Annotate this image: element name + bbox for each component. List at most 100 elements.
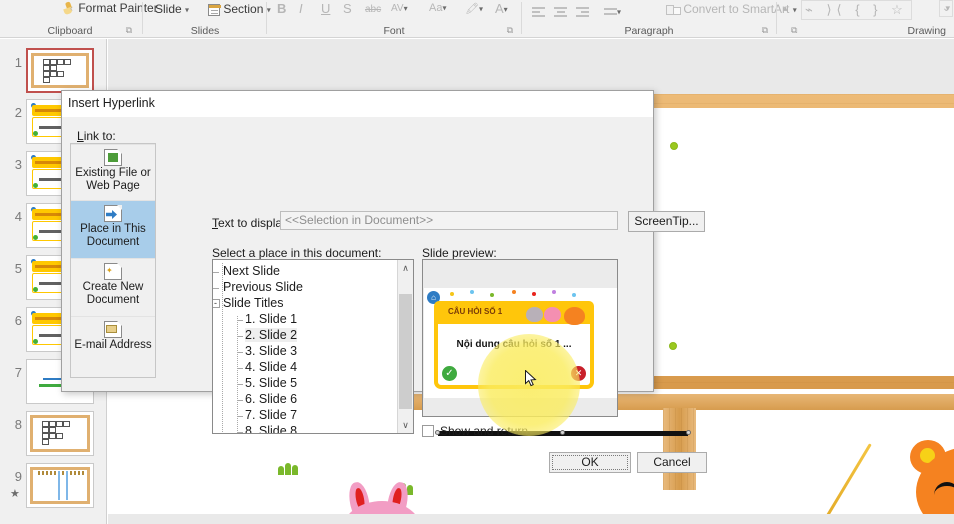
cancel-button[interactable]: Cancel (637, 452, 707, 473)
thumbnail-number: 8 (14, 417, 22, 432)
text-shadow-button[interactable]: S (343, 1, 352, 16)
link-to-create-new-line2: Document (86, 293, 140, 306)
chevron-down-icon: ▾ (617, 7, 622, 17)
tree-collapse-icon[interactable]: - (213, 299, 220, 308)
tree-item-slide-6[interactable]: 6. Slide 6 (237, 392, 298, 406)
scroll-up-button[interactable]: ∧ (398, 260, 413, 276)
new-slide-label: Slide (155, 2, 182, 16)
tree-item-label: 2. Slide 2 (245, 328, 298, 342)
shapes-gallery[interactable]: ⌁ ⟩⟨ { } ☆ (801, 0, 912, 20)
tree-item-label: 6. Slide 6 (245, 392, 298, 406)
strikethrough-button[interactable]: abc (365, 4, 381, 15)
tree-item-label: Slide Titles (223, 296, 284, 310)
thumbnail-number: 7 (14, 365, 22, 380)
underline-button[interactable]: U (321, 1, 330, 16)
shape-handle-top[interactable] (670, 142, 678, 150)
slide-preview-label: Slide preview: (422, 246, 497, 260)
dialog-title-bar[interactable]: Insert Hyperlink (62, 91, 653, 117)
character-spacing-button[interactable]: AV▾ (391, 3, 408, 14)
thumbnail-number: 3 (14, 157, 22, 172)
text-to-display-input[interactable]: <<Selection in Document>> (280, 211, 618, 230)
bold-button[interactable]: B (277, 1, 286, 16)
mouse-cursor (525, 370, 537, 387)
mini-board2-preview (28, 465, 92, 506)
format-painter-button[interactable]: Format Painter (62, 1, 157, 15)
tree-item-previous-slide[interactable]: Previous Slide (213, 280, 303, 294)
tree-item-label: 8. Slide 8 (245, 424, 298, 434)
place-in-document-tree[interactable]: Next Slide Previous Slide - Slide Titles… (212, 259, 414, 434)
cross-circle-icon: ✕ (571, 366, 586, 381)
scroll-down-button[interactable]: ∨ (398, 417, 413, 433)
link-to-create-new-document[interactable]: ✦ Create New Document (71, 258, 155, 316)
align-center-button[interactable] (554, 4, 567, 18)
change-case-button[interactable]: Aa▾ (429, 2, 446, 14)
link-to-column[interactable]: Existing File or Web Page Place in This … (70, 143, 156, 378)
thumbnail-number: 2 (14, 105, 22, 120)
tree-item-label: Previous Slide (223, 280, 303, 294)
tree-item-slide-titles[interactable]: - Slide Titles (213, 296, 284, 310)
paragraph-dialog-launcher-icon[interactable]: ⧉ (762, 25, 768, 36)
tree-item-slide-3[interactable]: 3. Slide 3 (237, 344, 298, 358)
thumbnail-image[interactable] (26, 48, 94, 93)
ribbon-group-clipboard-label: Clipboard (47, 25, 93, 37)
shadow-icon: S (343, 1, 352, 16)
tree-item-label: 1. Slide 1 (245, 312, 298, 326)
character-spacing-icon: AV (391, 3, 404, 14)
section-icon (208, 3, 221, 16)
checkbox-box[interactable] (422, 425, 434, 437)
link-to-existing-file[interactable]: Existing File or Web Page (71, 144, 155, 200)
tree-item-slide-1[interactable]: 1. Slide 1 (237, 312, 298, 326)
question-card: CÂU HỎI SỐ 1 Nội dung câu hỏi số 1 ... ✓… (434, 301, 594, 389)
align-right-button[interactable] (576, 4, 589, 18)
thumbnail-image[interactable] (26, 463, 94, 508)
justify-button[interactable]: ▾ (604, 4, 621, 18)
tree-scrollbar[interactable]: ∧ ∨ (397, 260, 413, 433)
tree-item-slide-4[interactable]: 4. Slide 4 (237, 360, 297, 374)
ribbon-group-paragraph: ▾ Convert to SmartArt ▾ Paragraph ⧉ (524, 0, 797, 38)
chevron-down-icon: ▾ (185, 5, 190, 15)
align-left-icon (532, 6, 545, 17)
shapes-scroll-up-icon[interactable]: ▴ (783, 3, 788, 14)
align-left-button[interactable] (532, 4, 545, 18)
new-slide-button[interactable]: Slide ▾ (155, 2, 189, 16)
show-and-return-label: Show and return (440, 424, 529, 438)
place-in-document-icon (104, 205, 122, 222)
font-color-icon: A (495, 1, 504, 16)
thumbnail-slide-8[interactable]: 8 (0, 411, 106, 459)
email-address-icon (104, 321, 122, 338)
convert-to-smartart-button[interactable]: Convert to SmartArt ▾ (666, 2, 797, 16)
animation-star-icon: ★ (10, 488, 20, 500)
italic-button[interactable]: I (299, 1, 303, 16)
drawing-more-icon[interactable]: ▾ (945, 3, 950, 14)
bear-character[interactable] (898, 434, 954, 514)
change-case-icon: Aa (429, 2, 443, 14)
thumbnail-number: 4 (14, 209, 22, 224)
convert-smartart-icon (666, 4, 681, 16)
tree-item-slide-5[interactable]: 5. Slide 5 (237, 376, 297, 390)
scrollbar-thumb[interactable] (399, 294, 412, 409)
drawing-dialog-launcher-icon[interactable]: ⧉ (791, 25, 797, 36)
tree-item-slide-8[interactable]: 8. Slide 8 (237, 424, 298, 434)
insert-hyperlink-dialog[interactable]: Insert Hyperlink Link to: Existing File … (61, 90, 707, 473)
ribbon-group-font-label: Font (383, 25, 405, 37)
tree-item-slide-7[interactable]: 7. Slide 7 (237, 408, 297, 422)
paste-caret-icon[interactable]: ‹ (70, 3, 73, 13)
section-button[interactable]: Section ▾ (208, 2, 271, 16)
shape-handle-rotate[interactable] (669, 342, 677, 350)
tree-item-slide-2[interactable]: 2. Slide 2 (237, 328, 298, 342)
screentip-button[interactable]: ScreenTip... (628, 211, 705, 232)
link-to-email-address[interactable]: E-mail Address (71, 316, 155, 361)
font-color-button[interactable]: A▾ (495, 1, 508, 16)
ok-button[interactable]: OK (549, 452, 631, 473)
font-dialog-launcher-icon[interactable]: ⧉ (507, 25, 513, 36)
ribbon-group-paragraph-label: Paragraph (624, 25, 674, 37)
ribbon-group-slides: Slide ▾ Section ▾ Slides (145, 0, 271, 38)
thumbnail-image[interactable] (26, 411, 94, 456)
tree-item-next-slide[interactable]: Next Slide (213, 264, 280, 278)
text-highlight-button[interactable]: 🖍▾ (465, 2, 483, 15)
thumbnail-slide-9[interactable]: 9 ★ (0, 463, 106, 511)
tree-item-label: 3. Slide 3 (245, 344, 298, 358)
link-to-place-in-document[interactable]: Place in This Document (71, 200, 155, 258)
rabbit-character[interactable] (330, 480, 440, 514)
clipboard-dialog-launcher-icon[interactable]: ⧉ (126, 25, 132, 36)
